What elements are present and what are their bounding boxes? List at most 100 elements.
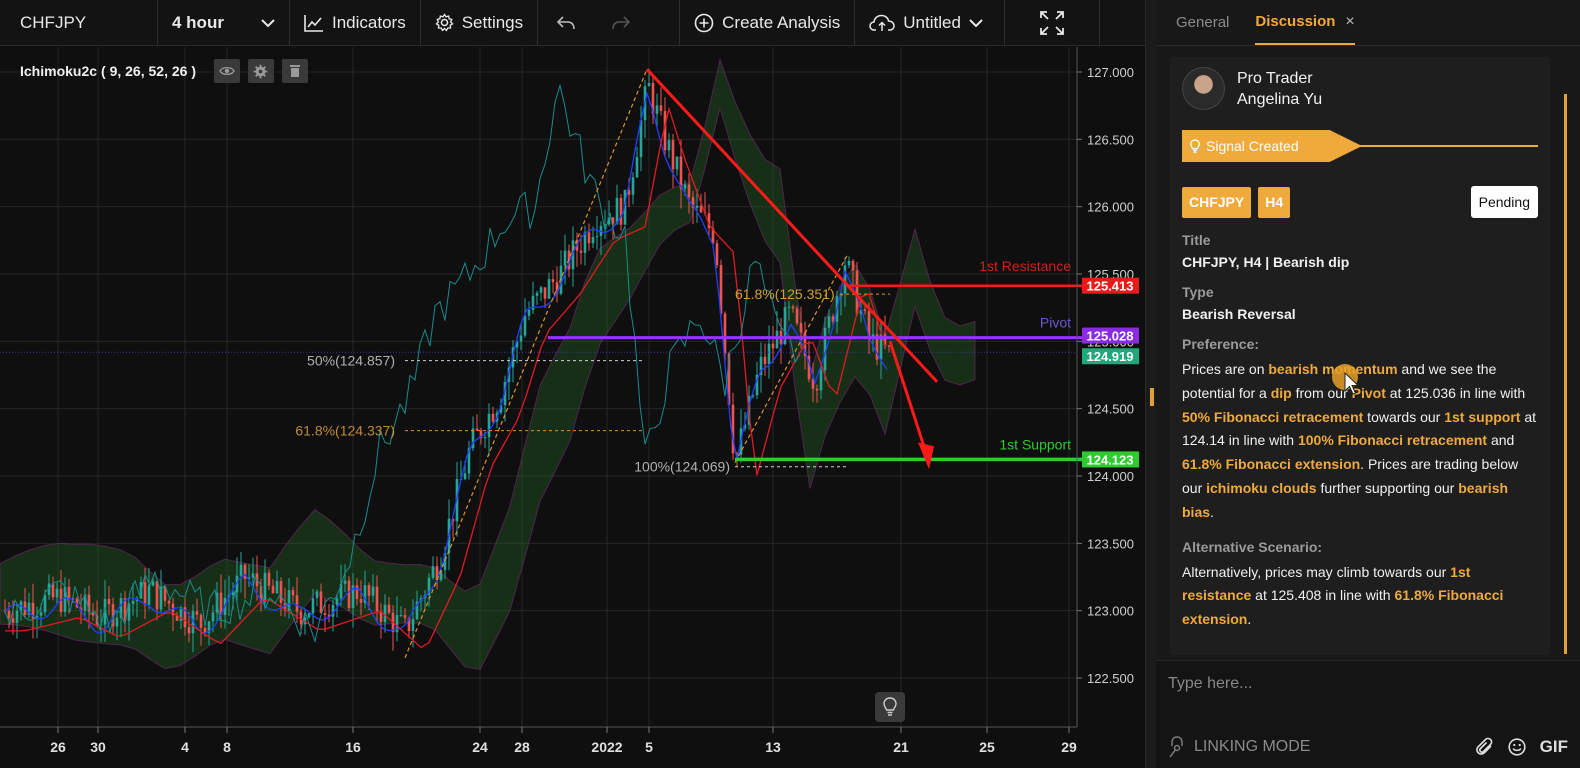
- chart-toolbar: CHFJPY 4 hour Indicators Settings Create…: [0, 0, 1155, 46]
- candle-body: [131, 601, 135, 604]
- candle-body: [791, 306, 795, 309]
- candle-body: [635, 157, 639, 178]
- plus-circle-icon: [694, 13, 714, 32]
- candle-body: [39, 612, 43, 616]
- indicators-button[interactable]: Indicators: [290, 0, 421, 45]
- price-label: 124.123: [1087, 452, 1134, 467]
- panel-tabs: General Discussion ×: [1156, 0, 1580, 46]
- text-segment: towards our: [1363, 408, 1445, 425]
- emoji-icon[interactable]: [1508, 738, 1526, 756]
- candle-body: [671, 140, 675, 170]
- expand-icon: [1040, 10, 1065, 35]
- scrollbar[interactable]: [1564, 94, 1567, 654]
- tab-discussion[interactable]: Discussion ×: [1255, 1, 1355, 45]
- lightbulb-icon: [883, 697, 897, 716]
- candle-body: [155, 581, 159, 610]
- symbol-selector[interactable]: CHFJPY: [0, 0, 158, 45]
- candle-body: [115, 617, 119, 627]
- candle-body: [767, 343, 771, 365]
- candle-body: [267, 572, 271, 586]
- candle-body: [291, 590, 295, 596]
- interval-selector[interactable]: 4 hour: [158, 0, 290, 45]
- candle-body: [619, 197, 623, 225]
- layout-selector[interactable]: Untitled: [855, 0, 1006, 45]
- candle-body: [199, 614, 203, 628]
- fib-label: 61.8%(124.337): [295, 423, 395, 439]
- undo-button[interactable]: [538, 0, 594, 45]
- candle-body: [343, 580, 347, 584]
- candle-body: [315, 591, 319, 599]
- text-segment: Alternatively, prices may climb towards …: [1182, 563, 1451, 580]
- message-composer: LINKING MODE GIF: [1156, 660, 1580, 768]
- candle-body: [787, 306, 791, 308]
- candle-body: [295, 595, 299, 612]
- fullscreen-button[interactable]: [1005, 0, 1101, 45]
- candle-body: [355, 585, 359, 600]
- candle-body: [187, 627, 191, 634]
- paperclip-icon[interactable]: [1475, 737, 1494, 757]
- indicator-settings-button[interactable]: [247, 59, 274, 83]
- candle-body: [587, 232, 591, 244]
- text-segment: further supporting our: [1316, 479, 1459, 496]
- redo-button[interactable]: [594, 0, 681, 45]
- type-label: Type: [1182, 284, 1214, 300]
- avatar[interactable]: [1182, 67, 1225, 110]
- lightbulb-icon: [1190, 138, 1200, 153]
- candle-body: [771, 343, 775, 349]
- timeframe-tag[interactable]: H4: [1258, 186, 1291, 218]
- gif-button[interactable]: GIF: [1540, 737, 1568, 757]
- highlight-term: 1st support: [1444, 408, 1521, 425]
- candle-body: [827, 316, 831, 328]
- x-tick-label: 30: [90, 739, 106, 755]
- candle-body: [695, 205, 699, 208]
- y-tick-label: 124.500: [1087, 402, 1134, 417]
- author-name: Pro Trader Angelina Yu: [1237, 68, 1322, 110]
- candle-body: [7, 610, 11, 619]
- idea-button[interactable]: [875, 692, 905, 722]
- highlight-term: 50% Fibonacci retracement: [1182, 408, 1364, 425]
- create-analysis-button[interactable]: Create Analysis: [680, 0, 856, 45]
- highlight-term: 61.8% Fibonacci extension: [1182, 456, 1361, 473]
- alternative-text: Alternatively, prices may climb towards …: [1182, 561, 1538, 632]
- highlight-term: dip: [1270, 384, 1292, 401]
- candle-body: [167, 600, 171, 604]
- linking-mode-toggle[interactable]: LINKING MODE: [1168, 736, 1310, 758]
- message-input[interactable]: [1168, 671, 1563, 697]
- candle-body: [655, 105, 659, 114]
- panel-splitter[interactable]: [1145, 0, 1156, 768]
- text-segment: Prices are on: [1182, 361, 1269, 377]
- create-analysis-label: Create Analysis: [722, 12, 841, 32]
- candle-body: [11, 618, 15, 623]
- author-role: Pro Trader: [1237, 69, 1313, 87]
- chart-line-icon: [304, 14, 323, 32]
- chevron-down-icon: [261, 18, 275, 27]
- chart-area[interactable]: 127.000126.500126.000125.500125.000124.5…: [0, 47, 1145, 768]
- indicator-params: ( 9, 26, 52, 26 ): [101, 63, 196, 79]
- symbol-tag[interactable]: CHFJPY: [1182, 186, 1252, 218]
- candle-body: [375, 586, 379, 612]
- splitter-grip[interactable]: [1150, 388, 1154, 406]
- x-tick-label: 4: [181, 739, 189, 755]
- composer-actions: GIF: [1475, 737, 1568, 757]
- price-chart[interactable]: 127.000126.500126.000125.500125.000124.5…: [0, 47, 1145, 768]
- candle-body: [491, 413, 495, 422]
- composer-bar: LINKING MODE GIF: [1156, 725, 1580, 768]
- settings-button[interactable]: Settings: [421, 0, 539, 45]
- candle-body: [263, 572, 267, 602]
- y-tick-label: 123.500: [1087, 536, 1134, 551]
- target-arrow-head: [918, 442, 934, 470]
- candle-body: [535, 292, 539, 296]
- candle-body: [147, 585, 151, 605]
- x-tick-label: 25: [979, 739, 995, 755]
- layout-name: Untitled: [903, 12, 961, 32]
- type-value: Bearish Reversal: [1182, 306, 1296, 322]
- tab-general[interactable]: General: [1176, 2, 1229, 43]
- close-icon[interactable]: ×: [1345, 13, 1354, 31]
- remove-indicator-button[interactable]: [281, 59, 308, 83]
- text-segment: and: [1487, 432, 1515, 449]
- candle-body: [775, 330, 779, 349]
- toggle-visibility-button[interactable]: [213, 59, 240, 83]
- candle-body: [411, 619, 415, 632]
- candle-body: [863, 309, 867, 312]
- highlight-term: ichimoku clouds: [1206, 479, 1317, 496]
